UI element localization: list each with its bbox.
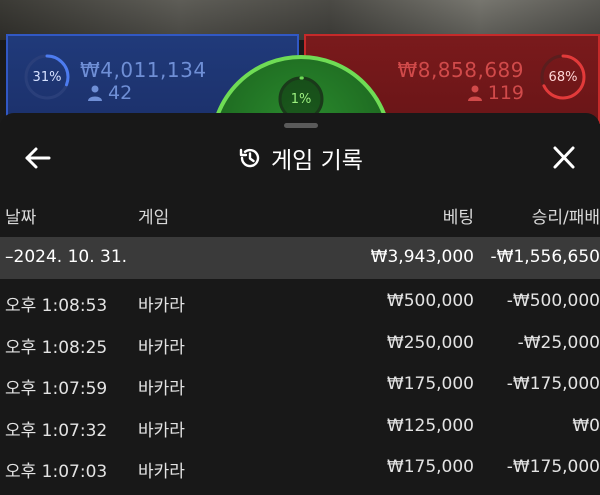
- sheet-drag-handle[interactable]: [284, 123, 318, 128]
- banker-percent: 68%: [548, 69, 578, 85]
- date-group-result-total: -₩1,556,650: [490, 247, 600, 267]
- sheet-title: 게임 기록: [271, 148, 363, 174]
- history-row[interactable]: 오후 1:08:53 바카라 ₩500,000 -₩500,000: [0, 281, 600, 323]
- banker-bet-amount: ₩8,858,689: [397, 58, 524, 82]
- player-percent-ring: 31%: [22, 52, 72, 102]
- date-group-label: –2024. 10. 31.: [5, 247, 128, 267]
- row-result: -₩175,000: [506, 374, 600, 394]
- close-icon: [553, 146, 575, 169]
- person-icon: [467, 85, 482, 101]
- row-bet: ₩500,000: [386, 291, 474, 311]
- history-row[interactable]: 오후 1:08:25 바카라 ₩250,000 -₩25,000: [0, 323, 600, 365]
- row-time: 오후 1:08:53: [5, 296, 108, 316]
- header-bet: 베팅: [442, 208, 474, 228]
- date-group-bet-total: ₩3,943,000: [370, 247, 474, 267]
- player-count-value: 42: [108, 82, 133, 104]
- row-game: 바카라: [138, 296, 185, 316]
- header-result: 승리/패배: [531, 208, 600, 228]
- history-row[interactable]: 오후 1:07:59 바카라 ₩175,000 -₩175,000: [0, 364, 600, 406]
- row-game: 바카라: [138, 462, 185, 482]
- row-result: -₩25,000: [517, 332, 600, 353]
- header-game: 게임: [138, 208, 170, 228]
- row-bet: ₩250,000: [386, 332, 474, 353]
- row-time: 오후 1:07:32: [5, 420, 108, 441]
- row-result: -₩500,000: [506, 291, 600, 311]
- row-result: ₩0: [572, 415, 600, 436]
- player-percent: 31%: [32, 69, 62, 85]
- banker-percent-ring: 68%: [538, 52, 588, 102]
- row-time: 오후 1:08:25: [5, 337, 108, 358]
- banker-count-value: 119: [487, 82, 524, 104]
- person-icon: [88, 85, 102, 101]
- history-row[interactable]: 오후 1:07:03 바카라 ₩175,000 -₩175,000: [0, 447, 600, 489]
- row-result: -₩175,000: [506, 457, 600, 477]
- player-bet-amount: ₩4,011,134: [80, 58, 207, 82]
- row-game: 바카라: [138, 420, 185, 441]
- history-row[interactable]: 오후 1:07:32 바카라 ₩125,000 ₩0: [0, 406, 600, 448]
- row-game: 바카라: [138, 337, 185, 358]
- row-bet: ₩175,000: [386, 374, 474, 394]
- player-count: 42: [88, 82, 132, 104]
- row-bet: ₩175,000: [386, 457, 474, 477]
- header-date: 날짜: [5, 208, 37, 228]
- sheet-header: 게임 기록: [0, 141, 600, 175]
- game-history-sheet: 게임 기록 날짜 게임 베팅 승리/패배 –2024. 10. 31. ₩3,9…: [0, 113, 600, 495]
- banker-count: 119: [467, 82, 524, 104]
- row-time: 오후 1:07:03: [5, 462, 108, 482]
- row-time: 오후 1:07:59: [5, 379, 108, 399]
- date-group-row[interactable]: –2024. 10. 31. ₩3,943,000 -₩1,556,650: [0, 237, 600, 279]
- game-screen: 31% ₩4,011,134 42 ₩8,858,689 119 68% 1% …: [0, 0, 600, 495]
- row-game: 바카라: [138, 379, 185, 399]
- history-icon: [239, 148, 260, 168]
- row-bet: ₩125,000: [386, 415, 474, 436]
- history-list: 오후 1:08:53 바카라 ₩500,000 -₩500,000 오후 1:0…: [0, 281, 600, 489]
- table-header: 날짜 게임 베팅 승리/패배: [0, 203, 600, 233]
- close-button[interactable]: [548, 143, 580, 173]
